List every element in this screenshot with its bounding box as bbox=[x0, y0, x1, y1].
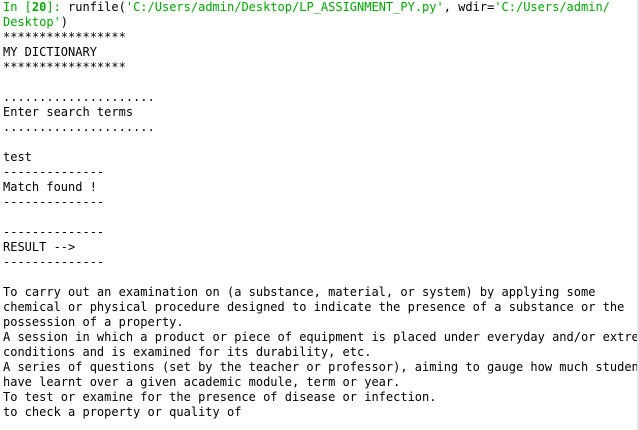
ipython-console[interactable]: In [20]: runfile('C:/Users/admin/Desktop… bbox=[0, 0, 639, 430]
output-line: A session in which a product or piece of… bbox=[3, 330, 639, 344]
runfile-call: runfile( bbox=[68, 0, 126, 14]
output-line: RESULT --> bbox=[3, 240, 76, 254]
output-line: ***************** bbox=[3, 30, 126, 44]
output-line: -------------- bbox=[3, 255, 105, 269]
output-line: test bbox=[3, 150, 32, 164]
output-line: conditions and is examined for its durab… bbox=[3, 345, 372, 359]
output-line: ..................... bbox=[3, 120, 155, 134]
in-prompt-number: 20 bbox=[31, 0, 47, 14]
in-prompt-close: ]: bbox=[46, 0, 69, 14]
output-line: ***************** bbox=[3, 60, 126, 74]
output-line: Enter search terms bbox=[3, 105, 134, 119]
output-line: MY DICTIONARY bbox=[3, 45, 97, 59]
output-line: to check a property or quality of bbox=[3, 405, 242, 419]
output-line: have learnt over a given academic module… bbox=[3, 375, 401, 389]
output-line: possession of a property. bbox=[3, 315, 184, 329]
runfile-path: 'C:/Users/admin/Desktop/LP_ASSIGNMENT_PY… bbox=[125, 0, 444, 14]
wdir-keyword: , wdir= bbox=[443, 0, 495, 14]
output-line: To test or examine for the presence of d… bbox=[3, 390, 437, 404]
output-line: chemical or physical procedure designed … bbox=[3, 300, 625, 314]
input-prompt-continuation: Desktop') bbox=[3, 15, 636, 30]
output-line: -------------- bbox=[3, 225, 105, 239]
wdir-path-continued: Desktop' bbox=[3, 15, 61, 29]
runfile-call-close: ) bbox=[60, 15, 69, 29]
output-line: -------------- bbox=[3, 195, 105, 209]
output-line: Match found ! bbox=[3, 180, 97, 194]
input-prompt-line: In [20]: runfile('C:/Users/admin/Desktop… bbox=[3, 0, 636, 15]
wdir-path: 'C:/Users/admin/ bbox=[494, 0, 610, 14]
output-line: -------------- bbox=[3, 165, 105, 179]
output-line: To carry out an examination on (a substa… bbox=[3, 285, 596, 299]
in-prompt-label: In [ bbox=[3, 0, 32, 14]
output-line: A series of questions (set by the teache… bbox=[3, 360, 639, 374]
output-line: ..................... bbox=[3, 90, 155, 104]
